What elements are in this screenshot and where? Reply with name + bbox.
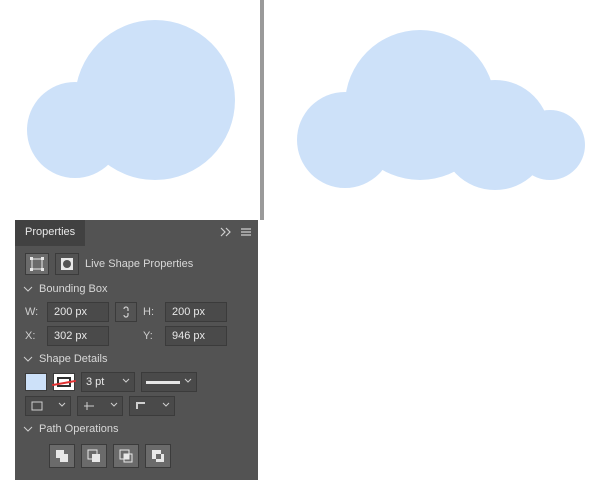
cloud-shape-1[interactable] <box>15 0 260 220</box>
artboard-right[interactable] <box>275 0 595 220</box>
align-corner-icon <box>134 400 148 412</box>
x-label: X: <box>25 330 41 342</box>
chevron-down-icon <box>110 400 118 412</box>
stroke-align-dropdown[interactable] <box>25 396 71 416</box>
align-edges-icon <box>30 400 44 412</box>
y-label: Y: <box>143 330 159 342</box>
stroke-preview <box>146 381 180 384</box>
panel-menu-icon[interactable] <box>240 227 252 240</box>
caret-down-icon <box>23 354 33 364</box>
shape-details-section-header[interactable]: Shape Details <box>15 348 258 370</box>
chevron-down-icon <box>58 400 66 412</box>
path-operations-label: Path Operations <box>39 423 119 435</box>
exclude-shapes-button[interactable] <box>145 444 171 468</box>
fill-swatch[interactable] <box>25 373 47 391</box>
artboard-left[interactable] <box>15 0 260 220</box>
height-label: H: <box>143 306 159 318</box>
link-dimensions-button[interactable] <box>115 302 137 322</box>
width-input[interactable] <box>47 302 109 322</box>
canvas-area <box>0 0 600 220</box>
intersect-shapes-button[interactable] <box>113 444 139 468</box>
bounding-box-label: Bounding Box <box>39 283 108 295</box>
caret-down-icon <box>23 284 33 294</box>
caret-down-icon <box>23 424 33 434</box>
stroke-width-value: 3 pt <box>86 376 104 388</box>
shape-header-label: Live Shape Properties <box>85 258 193 270</box>
chevron-down-icon <box>122 376 130 388</box>
y-input[interactable] <box>165 326 227 346</box>
path-operations-section-header[interactable]: Path Operations <box>15 418 258 440</box>
cloud-shape-2[interactable] <box>275 0 595 220</box>
height-input[interactable] <box>165 302 227 322</box>
combine-shapes-button[interactable] <box>49 444 75 468</box>
subtract-shapes-button[interactable] <box>81 444 107 468</box>
width-label: W: <box>25 306 41 318</box>
bounding-box-toggle[interactable] <box>25 253 49 275</box>
subtract-icon <box>86 448 102 464</box>
stroke-corners-dropdown[interactable] <box>129 396 175 416</box>
shape-details-label: Shape Details <box>39 353 108 365</box>
exclude-icon <box>150 448 166 464</box>
chevron-down-icon <box>184 376 192 388</box>
properties-panel: Properties Live Shape Properties Boundin… <box>15 220 258 480</box>
mask-toggle[interactable] <box>55 253 79 275</box>
artboard-divider <box>260 0 264 220</box>
stroke-caps-dropdown[interactable] <box>77 396 123 416</box>
combine-icon <box>54 448 70 464</box>
stroke-swatch[interactable] <box>53 373 75 391</box>
stroke-style-dropdown[interactable] <box>141 372 197 392</box>
bounding-box-section-header[interactable]: Bounding Box <box>15 278 258 300</box>
intersect-icon <box>118 448 134 464</box>
properties-tab[interactable]: Properties <box>15 220 85 246</box>
collapse-panel-icon[interactable] <box>220 227 232 240</box>
stroke-width-dropdown[interactable]: 3 pt <box>81 372 135 392</box>
chevron-down-icon <box>162 400 170 412</box>
align-center-icon <box>82 400 96 412</box>
x-input[interactable] <box>47 326 109 346</box>
panel-header: Properties <box>15 220 258 246</box>
